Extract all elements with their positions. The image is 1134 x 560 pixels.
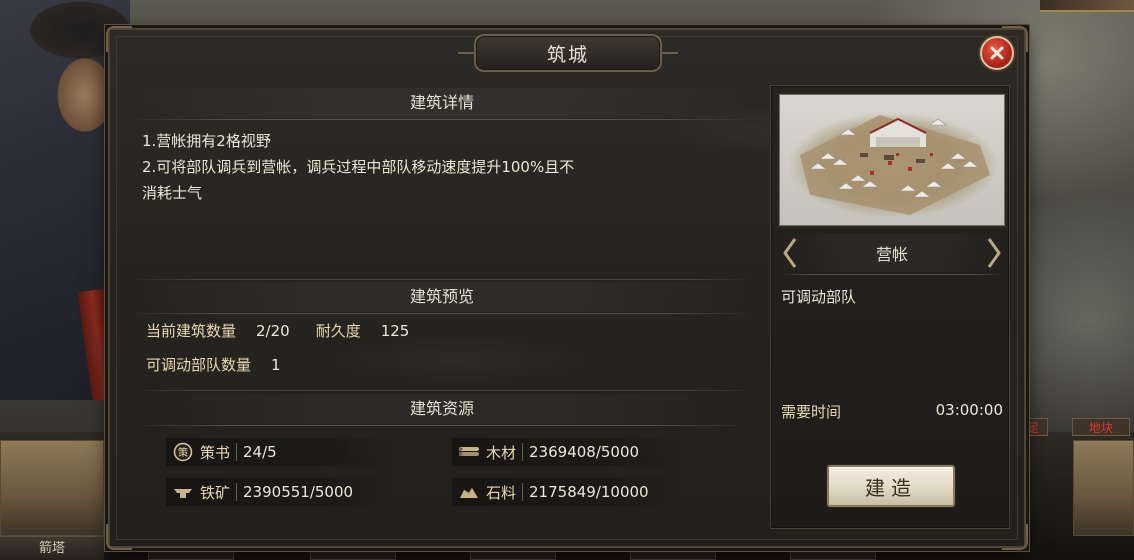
resource-stone: 石料 2175849/10000 <box>452 478 684 506</box>
stone-icon <box>458 481 480 503</box>
resource-strategy-book: 策 策书 24/5 <box>166 438 396 466</box>
building-preview-image <box>779 94 1005 226</box>
dialog-title: 筑城 <box>546 43 589 66</box>
building-description: 可调动部队 <box>781 288 857 306</box>
strategy-book-icon: 策 <box>172 441 194 463</box>
building-info-panel: 营帐 可调动部队 需要时间 03:00:00 建造 <box>770 85 1010 529</box>
durability-value: 125 <box>380 322 410 340</box>
building-selector: 营帐 <box>779 234 1005 275</box>
svg-text:策: 策 <box>178 446 188 459</box>
bottom-building-card-right[interactable] <box>1073 440 1134 536</box>
resource-name: 木材 <box>486 443 517 462</box>
dialog-title-plaque: 筑城 <box>458 34 678 72</box>
details-line-1: 1.营帐拥有2格视野 <box>142 132 271 150</box>
resource-name: 铁矿 <box>200 483 231 502</box>
preview-heading: 建筑预览 <box>130 282 754 314</box>
close-button[interactable] <box>980 36 1014 70</box>
resource-wood: 木材 2369408/5000 <box>452 438 684 466</box>
chevron-right-icon <box>987 238 1001 268</box>
section-divider <box>130 279 754 280</box>
next-building-button[interactable] <box>983 234 1005 272</box>
side-tag-2: 地块 <box>1072 418 1130 436</box>
movable-troops-row: 可调动部队数量 1 <box>146 353 281 377</box>
building-count-label: 当前建筑数量 <box>146 322 237 340</box>
bottom-building-label: 箭塔 <box>0 536 104 560</box>
building-count-row: 当前建筑数量 2/20 耐久度 125 <box>146 319 409 343</box>
details-line-3: 消耗士气 <box>142 184 203 202</box>
building-count-value: 2/20 <box>256 322 290 340</box>
resource-value: 2369408/5000 <box>529 443 640 461</box>
details-line-2: 2.可将部队调兵到营帐，调兵过程中部队移动速度提升100%且不 <box>142 158 575 176</box>
movable-troops-label: 可调动部队数量 <box>146 356 252 374</box>
resource-separator <box>522 443 524 461</box>
resource-name: 石料 <box>486 483 517 502</box>
resource-value: 2390551/5000 <box>243 483 354 501</box>
resource-separator <box>522 483 524 501</box>
wood-icon <box>458 441 480 463</box>
details-heading: 建筑详情 <box>130 88 754 120</box>
resource-separator <box>236 443 238 461</box>
bottom-building-card[interactable] <box>0 440 104 536</box>
camp-illustration <box>800 115 990 215</box>
resources-heading: 建筑资源 <box>130 394 754 426</box>
build-dialog: 筑城 建筑详情 1.营帐拥有2格视野 2.可将部队调兵到营帐，调兵过程中部队移动… <box>106 26 1028 550</box>
build-time-label: 需要时间 <box>781 403 842 421</box>
prev-building-button[interactable] <box>779 234 801 272</box>
resource-value: 2175849/10000 <box>529 483 649 501</box>
resource-value: 24/5 <box>243 443 277 461</box>
frame-corner <box>106 524 132 550</box>
section-divider <box>130 390 754 391</box>
resource-name: 策书 <box>200 443 231 462</box>
resource-iron-ore: 铁矿 2390551/5000 <box>166 478 396 506</box>
iron-ore-icon <box>172 481 194 503</box>
movable-troops-value: 1 <box>271 356 281 374</box>
build-time-value: 03:00:00 <box>935 401 1003 419</box>
top-right-ornament <box>1040 0 1134 12</box>
building-name: 营帐 <box>875 245 908 264</box>
close-icon <box>990 46 1004 60</box>
frame-corner <box>106 26 132 52</box>
resource-separator <box>236 483 238 501</box>
durability-label: 耐久度 <box>315 322 361 340</box>
build-time-row: 需要时间 03:00:00 <box>781 401 1003 422</box>
chevron-left-icon <box>783 238 797 268</box>
build-button[interactable]: 建造 <box>827 465 955 507</box>
